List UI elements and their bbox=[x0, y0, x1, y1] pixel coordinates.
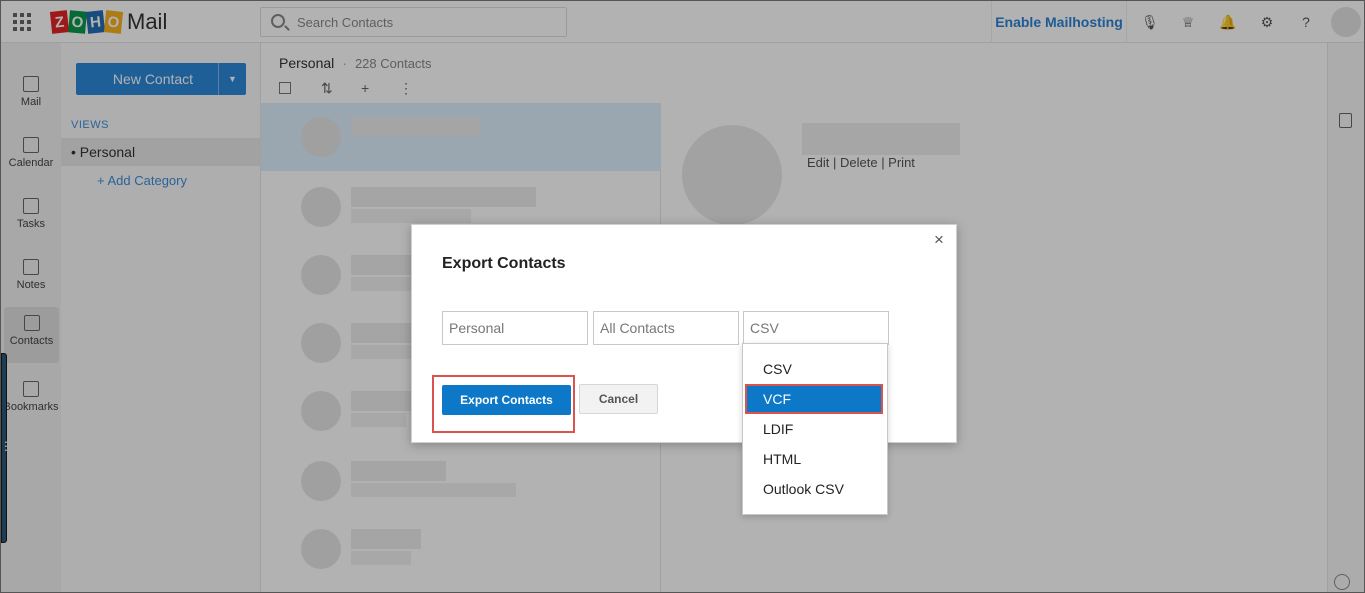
source-select[interactable]: Personal bbox=[442, 311, 588, 345]
highlight-box: Export Contacts bbox=[432, 375, 575, 433]
scope-select[interactable]: All Contacts bbox=[593, 311, 739, 345]
drag-handle[interactable] bbox=[1, 353, 12, 543]
format-option-ldif[interactable]: LDIF bbox=[743, 414, 887, 444]
app-window: Z O H O Mail Enable Mailhosting 🎙 ♕ 🔔 ⚙ … bbox=[0, 0, 1365, 593]
format-option-html[interactable]: HTML bbox=[743, 444, 887, 474]
format-dropdown: CSV VCF LDIF HTML Outlook CSV bbox=[742, 343, 888, 515]
format-select[interactable]: CSV bbox=[743, 311, 889, 345]
cancel-button[interactable]: Cancel bbox=[579, 384, 658, 414]
format-option-csv[interactable]: CSV bbox=[743, 354, 887, 384]
format-option-outlook-csv[interactable]: Outlook CSV bbox=[743, 474, 887, 504]
close-icon[interactable]: × bbox=[934, 231, 944, 249]
export-contacts-button[interactable]: Export Contacts bbox=[442, 385, 571, 415]
dialog-title: Export Contacts bbox=[442, 255, 566, 272]
format-option-vcf[interactable]: VCF bbox=[745, 384, 883, 414]
